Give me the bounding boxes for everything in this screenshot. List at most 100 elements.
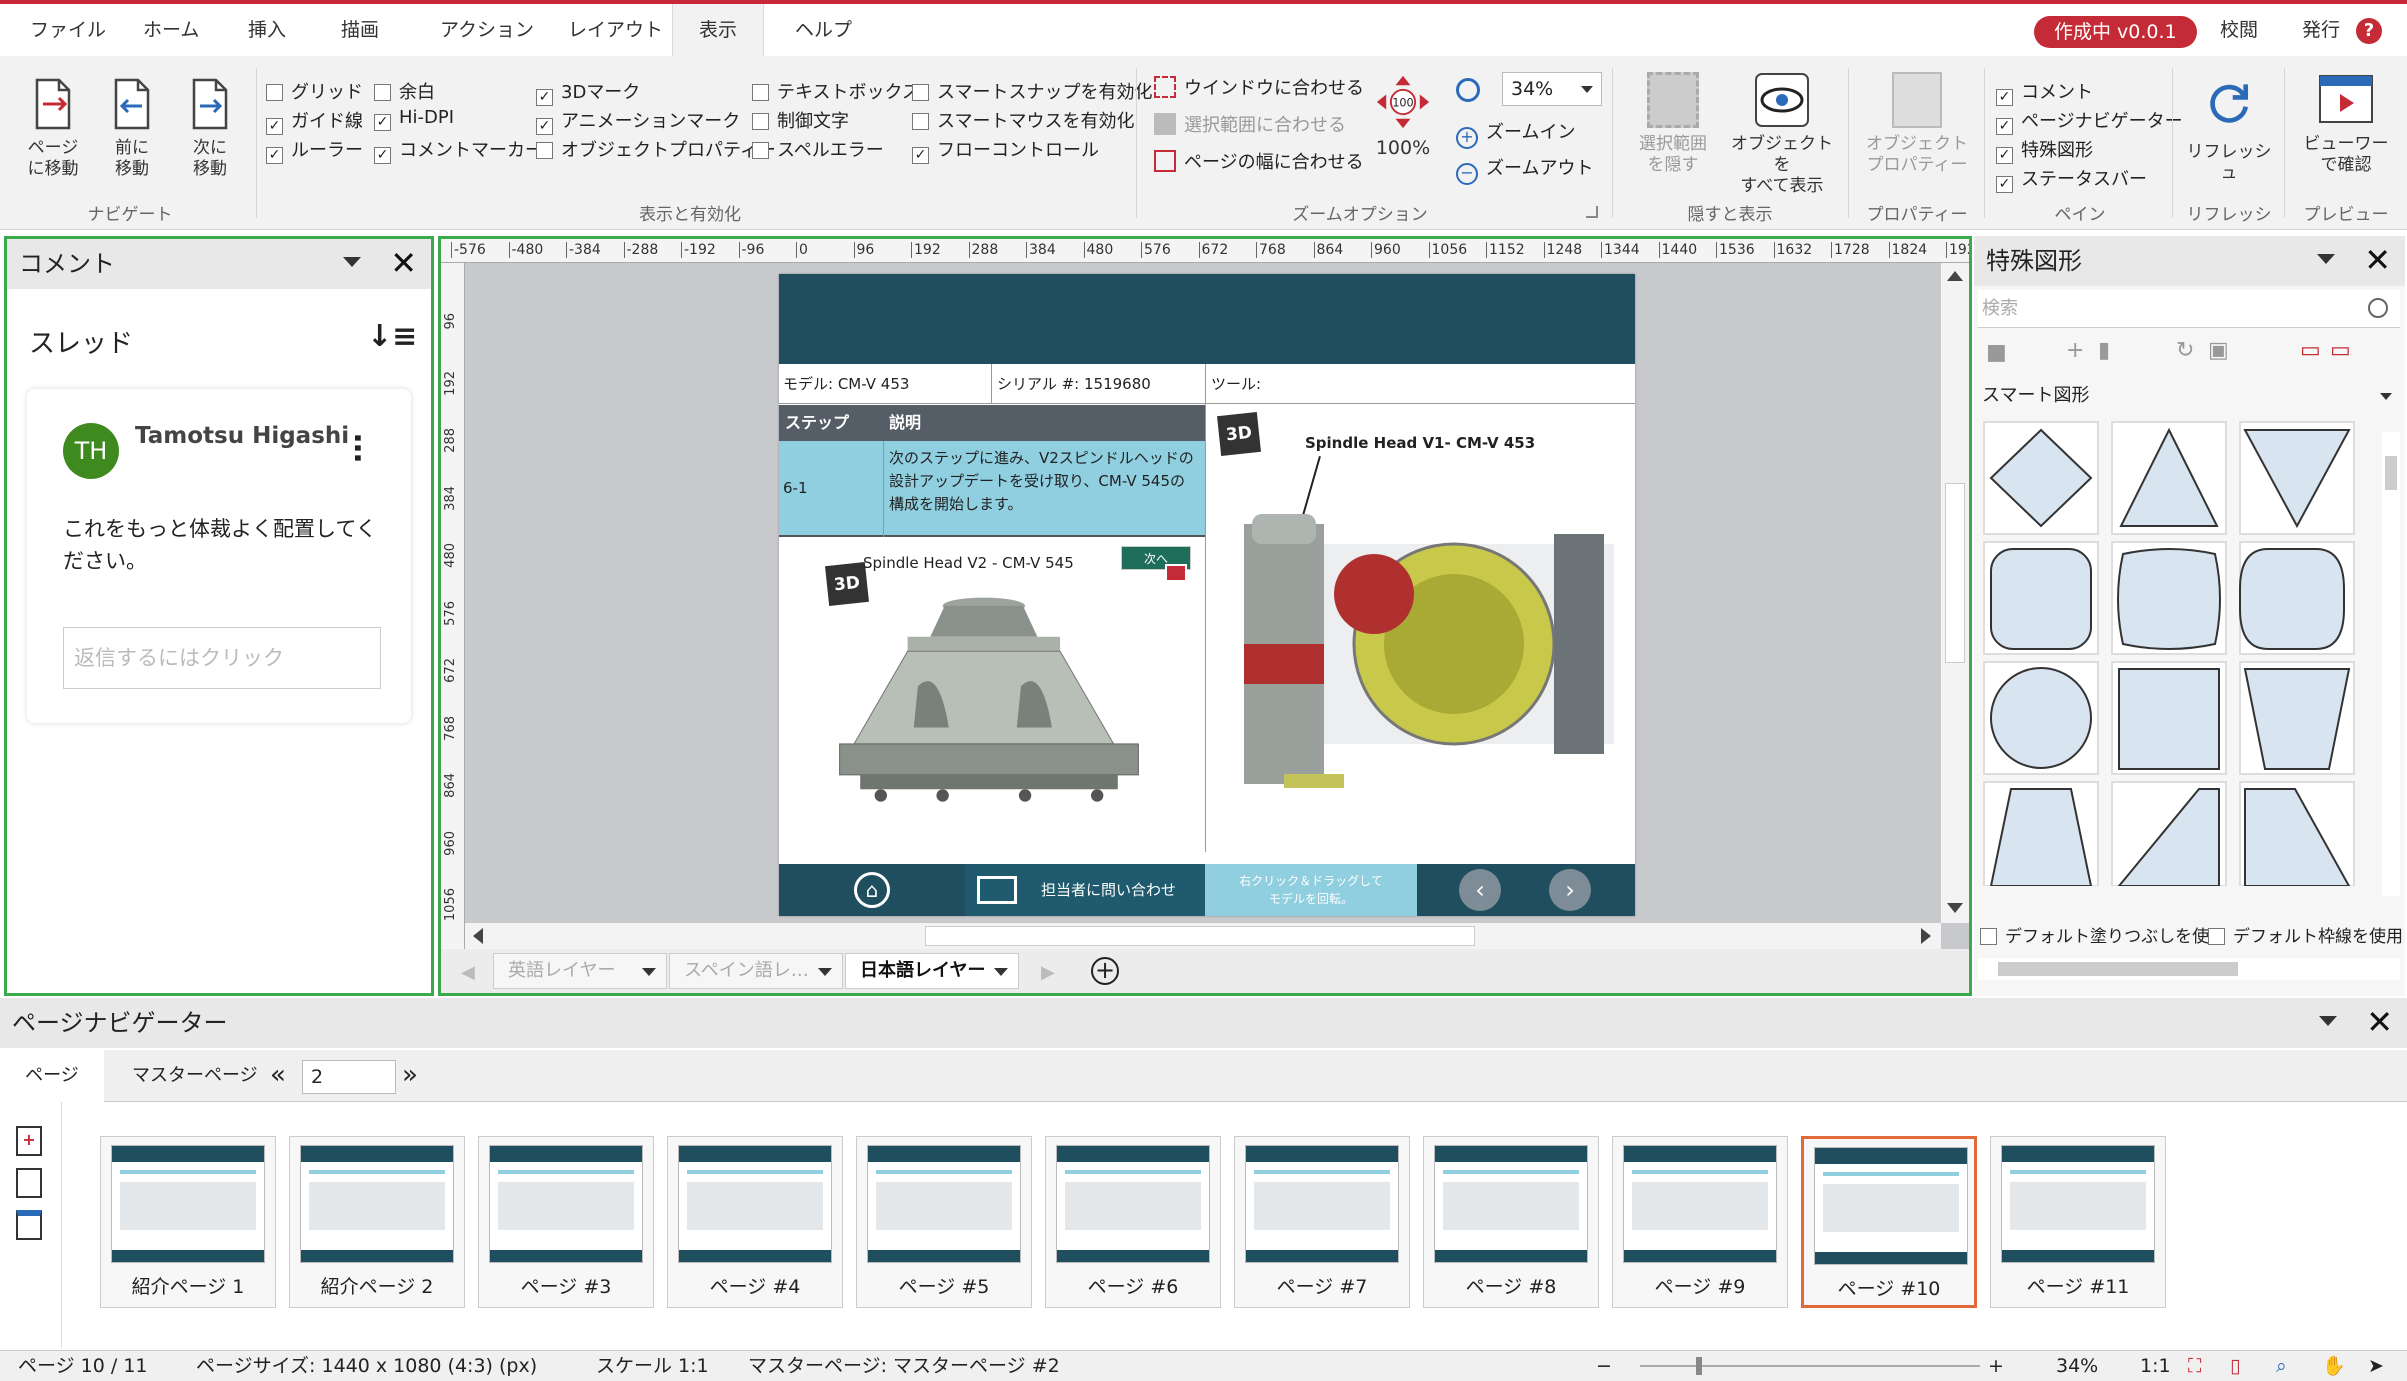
checkbox-col2-1[interactable]: ✓ Hi-DPI (374, 107, 454, 133)
layer-tab-0[interactable]: 英語レイヤー (493, 953, 667, 989)
zoom-out-icon[interactable]: − (1596, 1351, 1612, 1381)
page-thumbnail[interactable]: ページ #3 (478, 1136, 654, 1308)
default-stroke-checkbox[interactable]: デフォルト枠線を使用 (2208, 922, 2403, 948)
reply-input[interactable]: 返信するにはクリック (63, 627, 381, 689)
go-to-page-button[interactable]: ページ に移動 (18, 76, 88, 180)
scroll-thumb[interactable] (1998, 962, 2238, 976)
chevron-down-icon[interactable] (642, 968, 656, 976)
checkbox-col5-1[interactable]: スマートマウスを有効化 (912, 107, 1134, 133)
pane-checkbox-1[interactable]: ✓ ページナビゲーター (1996, 107, 2183, 135)
sort-icon[interactable]: ↓≡ (367, 319, 417, 354)
scroll-thumb[interactable] (1945, 483, 1965, 663)
more-options-icon[interactable]: … (347, 433, 382, 463)
refresh-icon[interactable]: ↻ (2176, 338, 2194, 363)
zoom-in-button[interactable]: + ズームイン (1456, 118, 1575, 149)
spindle-head-v2-model[interactable] (819, 592, 1159, 832)
new-folder-icon[interactable]: ▭ (2300, 338, 2321, 363)
replace-icon[interactable]: ▣ (2208, 338, 2229, 363)
page-thumbnail[interactable]: ページ #5 (856, 1136, 1032, 1308)
checkbox-col3-1[interactable]: ✓ アニメーションマーク (536, 107, 740, 135)
nav-prev-button[interactable]: ‹ (1459, 869, 1501, 911)
page-thumbnail[interactable]: ページ #8 (1423, 1136, 1599, 1308)
tag-icon[interactable]: ■ (1986, 340, 2007, 365)
show-all-button[interactable]: オブジェクトを すべて表示 (1726, 72, 1838, 197)
scroll-right-icon[interactable] (1921, 928, 1931, 944)
first-page-icon[interactable]: « (270, 1060, 286, 1090)
tab-pages[interactable]: ページ (0, 1050, 104, 1102)
fit-width-button[interactable]: ページの幅に合わせる (1154, 148, 1364, 174)
page-thumbnail[interactable]: ページ #10 (1801, 1136, 1977, 1308)
checkbox-col4-0[interactable]: テキストボックス (752, 78, 920, 104)
page-thumbnail[interactable]: ページ #6 (1045, 1136, 1221, 1308)
tab-insert[interactable]: 挿入 (238, 4, 296, 56)
zoom-100-button[interactable]: 100 100% (1372, 74, 1434, 160)
checkbox-col5-0[interactable]: スマートスナップを有効化 (912, 78, 1152, 104)
comment-marker-icon[interactable] (1165, 564, 1187, 582)
tab-action[interactable]: アクション (430, 4, 544, 56)
checkbox-col1-1[interactable]: ✓ ガイド線 (266, 107, 363, 135)
search-icon[interactable] (2368, 298, 2388, 318)
preview-button[interactable]: ビューワー で確認 (2294, 72, 2398, 176)
scroll-thumb[interactable] (2385, 456, 2397, 490)
tab-draw[interactable]: 描画 (331, 4, 389, 56)
tab-file[interactable]: ファイル (20, 4, 116, 56)
layer-prev-icon[interactable]: ◀ (461, 962, 475, 983)
close-icon[interactable]: ✕ (390, 247, 417, 279)
refresh-button[interactable]: リフレッシュ (2184, 76, 2274, 184)
checkbox-col3-0[interactable]: ✓ 3Dマーク (536, 78, 640, 106)
add-layer-icon[interactable]: + (1091, 957, 1119, 985)
page-thumbnail[interactable]: 紹介ページ 2 (289, 1136, 465, 1308)
horizontal-scrollbar[interactable] (465, 923, 1941, 949)
page-thumbnail[interactable]: ページ #7 (1234, 1136, 1410, 1308)
last-page-icon[interactable]: » (402, 1060, 418, 1090)
status-ratio[interactable]: 1:1 (2140, 1351, 2171, 1381)
checkbox-col5-2[interactable]: ✓ フローコントロール (912, 136, 1099, 164)
close-icon[interactable]: ✕ (2366, 1006, 2393, 1038)
checkbox-col3-2[interactable]: オブジェクトプロパティー (536, 136, 776, 162)
fit-width-icon[interactable]: ▯ (2230, 1351, 2240, 1381)
spindle-head-v1-model[interactable] (1219, 504, 1629, 804)
tab-master-pages[interactable]: マスターページ (116, 1050, 274, 1102)
page-thumbnail[interactable]: ページ #11 (1990, 1136, 2166, 1308)
help-icon[interactable]: ? (2356, 18, 2382, 44)
publish-link[interactable]: 発行 (2292, 4, 2350, 56)
fit-page-icon[interactable]: ⛶ (2188, 1351, 2201, 1381)
panel-menu-chevron-icon[interactable] (343, 257, 361, 267)
previous-page-button[interactable]: 前に 移動 (100, 76, 164, 180)
zoom-slider-thumb[interactable] (1696, 1357, 1702, 1375)
pane-checkbox-2[interactable]: ✓ 特殊図形 (1996, 136, 2093, 164)
select-pointer-icon[interactable]: ➤ (2368, 1351, 2384, 1381)
zoom-slider[interactable] (1640, 1365, 1980, 1367)
layer-tab-2[interactable]: 日本語レイヤー (845, 953, 1019, 989)
scroll-down-icon[interactable] (1947, 903, 1963, 913)
search-icon[interactable]: ⌕ (2276, 1351, 2287, 1381)
default-fill-checkbox[interactable]: デフォルト塗りつぶしを使用 (1980, 922, 2226, 948)
checkbox-col1-0[interactable]: グリッド (266, 78, 363, 104)
layer-tab-1[interactable]: スペイン語レ… (669, 953, 843, 989)
slide-page[interactable]: モデル: CM-V 453 シリアル #: 1519680 ツール: ステップ … (779, 274, 1635, 916)
design-canvas[interactable]: -576 -480 -384 -288 -192 -96 0 96 192 288 384 480 57… (438, 236, 1972, 996)
close-icon[interactable]: ✕ (2364, 244, 2391, 276)
pane-checkbox-3[interactable]: ✓ ステータスバー (1996, 165, 2147, 193)
nav-next-button[interactable]: › (1549, 869, 1591, 911)
next-page-button[interactable]: 次に 移動 (178, 76, 242, 180)
tab-help[interactable]: ヘルプ (785, 4, 862, 56)
object-properties-button[interactable]: オブジェクト プロパティー (1862, 72, 1972, 176)
dialog-launcher-icon[interactable] (1586, 206, 1598, 218)
scroll-thumb[interactable] (925, 926, 1475, 946)
shapes-hscrollbar[interactable] (1978, 958, 2400, 980)
checkbox-col4-1[interactable]: 制御文字 (752, 107, 849, 133)
add-icon[interactable]: + (2066, 338, 2084, 363)
zoom-in-icon[interactable]: + (1988, 1351, 2004, 1381)
review-link[interactable]: 校閲 (2210, 4, 2268, 56)
shape-category-select[interactable]: スマート図形 (1978, 380, 2398, 412)
page-thumbnail[interactable]: 紹介ページ 1 (100, 1136, 276, 1308)
shape-search-input[interactable]: 検索 (1978, 290, 2400, 328)
shape-gallery[interactable] (1978, 416, 2378, 886)
page-thumbnail[interactable]: ページ #4 (667, 1136, 843, 1308)
tab-home[interactable]: ホーム (133, 4, 209, 56)
tab-view[interactable]: 表示 (672, 4, 764, 56)
status-badge[interactable]: 作成中 v0.0.1 (2034, 16, 2197, 48)
delete-page-icon[interactable] (16, 1210, 42, 1240)
zoom-out-button[interactable]: − ズームアウト (1456, 154, 1593, 185)
